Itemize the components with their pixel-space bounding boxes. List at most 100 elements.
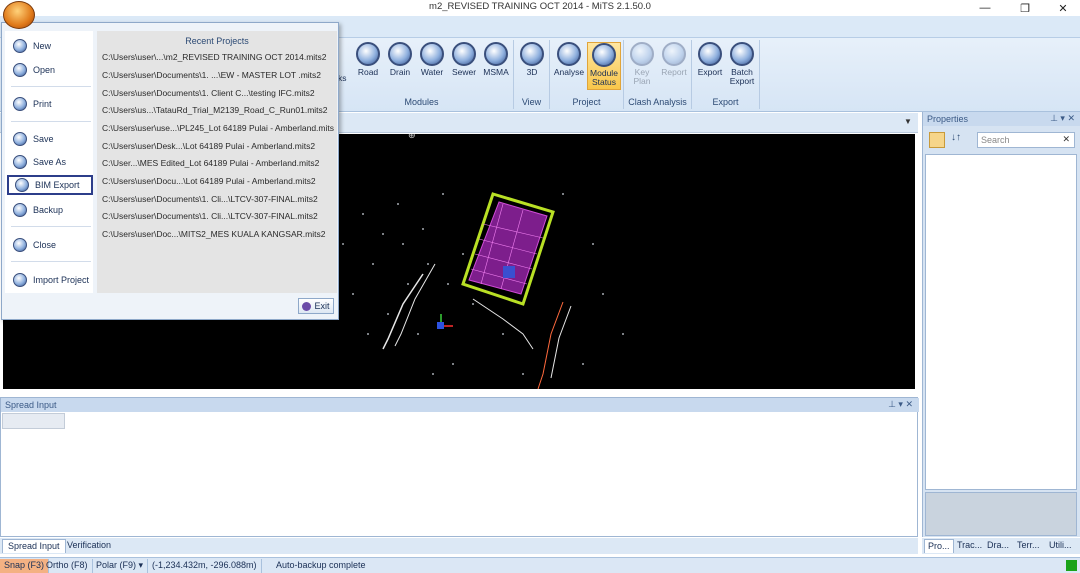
tab-verification[interactable]: Verification xyxy=(62,539,116,553)
recent-item[interactable]: C:\Users\user\Documents\1. ...\EW - MAST… xyxy=(102,70,334,80)
restore-button[interactable]: ❐ xyxy=(1008,0,1042,16)
menu-backup[interactable]: Backup xyxy=(7,200,93,220)
recent-item[interactable]: C:\User...\MES Edited_Lot 64189 Pulai - … xyxy=(102,158,334,168)
tab-track[interactable]: Trac... xyxy=(954,539,985,553)
road-button[interactable]: Road xyxy=(352,42,384,90)
msma-button[interactable]: MSMA xyxy=(480,42,512,90)
recent-item[interactable]: C:\Users\user\Docu...\Lot 64189 Pulai - … xyxy=(102,176,334,186)
properties-title: Properties xyxy=(927,114,969,124)
group-label-modules: Modules xyxy=(404,97,439,107)
polar-toggle[interactable]: Polar (F9) ▾ xyxy=(92,559,149,573)
analyse-button[interactable]: Analyse xyxy=(553,42,585,90)
menu-import-project[interactable]: Import Project xyxy=(7,270,93,290)
menu-new[interactable]: New xyxy=(7,36,93,56)
water-button[interactable]: Water xyxy=(416,42,448,90)
tab-properties[interactable]: Pro... xyxy=(924,539,954,553)
tab-drawing[interactable]: Dra... xyxy=(984,539,1012,553)
tab-utilities[interactable]: Utili... xyxy=(1046,539,1075,553)
drain-icon xyxy=(388,42,412,66)
group-label-export: Export xyxy=(712,97,739,107)
menu-open[interactable]: Open xyxy=(7,60,93,80)
properties-tab-strip: Pro... Trac... Dra... Terr... Utili... xyxy=(922,538,1080,554)
panel-controls-icon[interactable]: ⊥ ▾ ✕ xyxy=(1050,113,1075,124)
key-plan-icon xyxy=(630,42,654,66)
tab-terrain[interactable]: Terr... xyxy=(1014,539,1043,553)
3d-button[interactable]: 3D xyxy=(516,42,548,90)
msma-icon xyxy=(484,42,508,66)
group-label-project: Project xyxy=(572,97,601,107)
recent-item[interactable]: C:\Users\user\use...\PL245_Lot 64189 Pul… xyxy=(102,123,334,133)
backup-icon xyxy=(13,203,27,217)
polar-dropdown-icon[interactable]: ▾ xyxy=(139,560,144,570)
status-bar: Snap (F3) Ortho (F8) Polar (F9) ▾ (-1,23… xyxy=(0,557,1080,573)
spread-header-cell[interactable] xyxy=(2,413,65,429)
recent-item[interactable]: C:\Users\user\Documents\1. Client C...\t… xyxy=(102,88,334,98)
recent-item[interactable]: C:\Users\user\Documents\1. Cli...\LTCV-3… xyxy=(102,194,334,204)
water-icon xyxy=(420,42,444,66)
group-label-view: View xyxy=(521,97,542,107)
report-icon xyxy=(662,42,686,66)
drain-button[interactable]: Drain xyxy=(384,42,416,90)
properties-header: Properties ⊥ ▾ ✕ xyxy=(923,112,1080,126)
properties-description xyxy=(925,492,1077,536)
key-plan-button[interactable]: Key Plan xyxy=(626,42,658,90)
report-button[interactable]: Report xyxy=(658,42,690,90)
import-project-icon xyxy=(13,273,27,287)
recent-item[interactable]: C:\Users\us...\TatauRd_Trial_M2139_Road_… xyxy=(102,105,334,115)
tab-spread-input[interactable]: Spread Input xyxy=(2,539,66,553)
menu-bim-export[interactable]: BIM Export xyxy=(7,175,93,195)
properties-search-input[interactable]: Search ✕ xyxy=(977,132,1075,148)
menu-save-as[interactable]: Save As xyxy=(7,152,93,172)
recent-item[interactable]: C:\Users\user\...\m2_REVISED TRAINING OC… xyxy=(102,52,334,62)
ribbon-group-project: Analyse Module Status Project xyxy=(550,40,624,109)
recent-projects-title: Recent Projects xyxy=(185,36,249,46)
minimize-button[interactable]: — xyxy=(968,0,1002,16)
batch-export-button[interactable]: Batch Export xyxy=(726,42,758,90)
menu-close[interactable]: Close xyxy=(7,235,93,255)
ortho-toggle[interactable]: Ortho (F8) xyxy=(42,559,93,573)
open-icon xyxy=(13,63,27,77)
export-button[interactable]: Export xyxy=(694,42,726,90)
clear-search-icon[interactable]: ✕ xyxy=(1062,134,1070,145)
properties-panel: Properties ⊥ ▾ ✕ ↓↑ Search ✕ xyxy=(922,112,1080,537)
cube-3d-icon xyxy=(520,42,544,66)
sewer-button[interactable]: Sewer xyxy=(448,42,480,90)
recent-item[interactable]: C:\Users\user\Documents\1. Cli...\LTCV-3… xyxy=(102,211,334,221)
sewer-icon xyxy=(452,42,476,66)
application-menu-button[interactable] xyxy=(3,1,35,29)
recent-item[interactable]: C:\Users\user\Desk...\Lot 64189 Pulai - … xyxy=(102,141,334,151)
categorized-icon[interactable] xyxy=(929,132,945,148)
menu-print[interactable]: Print xyxy=(7,94,93,114)
window-title: m2_REVISED TRAINING OCT 2014 - MiTS 2.1.… xyxy=(429,1,651,12)
group-label-clash: Clash Analysis xyxy=(628,97,687,107)
exit-button[interactable]: Exit xyxy=(298,298,334,314)
menu-separator xyxy=(11,261,91,262)
save-as-icon xyxy=(13,155,27,169)
application-menu: New Open Print Save Save As BIM Export B… xyxy=(1,22,339,320)
print-icon xyxy=(13,97,27,111)
ribbon-group-export: Export Batch Export Export xyxy=(692,40,760,109)
close-project-icon xyxy=(13,238,27,252)
batch-export-icon xyxy=(730,42,754,66)
exit-icon xyxy=(302,301,312,311)
properties-grid xyxy=(925,154,1077,490)
menu-save[interactable]: Save xyxy=(7,129,93,149)
menu-separator xyxy=(11,121,91,122)
road-icon xyxy=(356,42,380,66)
ribbon-group-clash: Key Plan Report Clash Analysis xyxy=(624,40,692,109)
spread-panel-controls-icon[interactable]: ⊥ ▾ ✕ xyxy=(888,399,913,410)
sort-alpha-icon[interactable]: ↓↑ xyxy=(951,132,967,148)
svg-text:⊕: ⊕ xyxy=(408,134,416,141)
export-icon xyxy=(698,42,722,66)
new-icon xyxy=(13,39,27,53)
module-status-button[interactable]: Module Status xyxy=(587,42,621,90)
recent-item[interactable]: C:\Users\user\Doc...\MITS2_MES KUALA KAN… xyxy=(102,229,334,239)
recent-projects-list: Recent Projects C:\Users\user\...\m2_REV… xyxy=(97,31,337,293)
spread-input-panel: Spread Input ⊥ ▾ ✕ xyxy=(0,397,919,537)
title-bar: m2_REVISED TRAINING OCT 2014 - MiTS 2.1.… xyxy=(0,0,1080,16)
close-window-button[interactable]: ✕ xyxy=(1046,0,1080,16)
doc-dropdown-icon[interactable]: ▼ xyxy=(904,117,912,126)
spread-input-title: Spread Input xyxy=(5,400,57,410)
app-menu-commands: New Open Print Save Save As BIM Export B… xyxy=(5,31,93,293)
coordinate-readout: (-1,234.432m, -296.088m) xyxy=(148,559,262,573)
